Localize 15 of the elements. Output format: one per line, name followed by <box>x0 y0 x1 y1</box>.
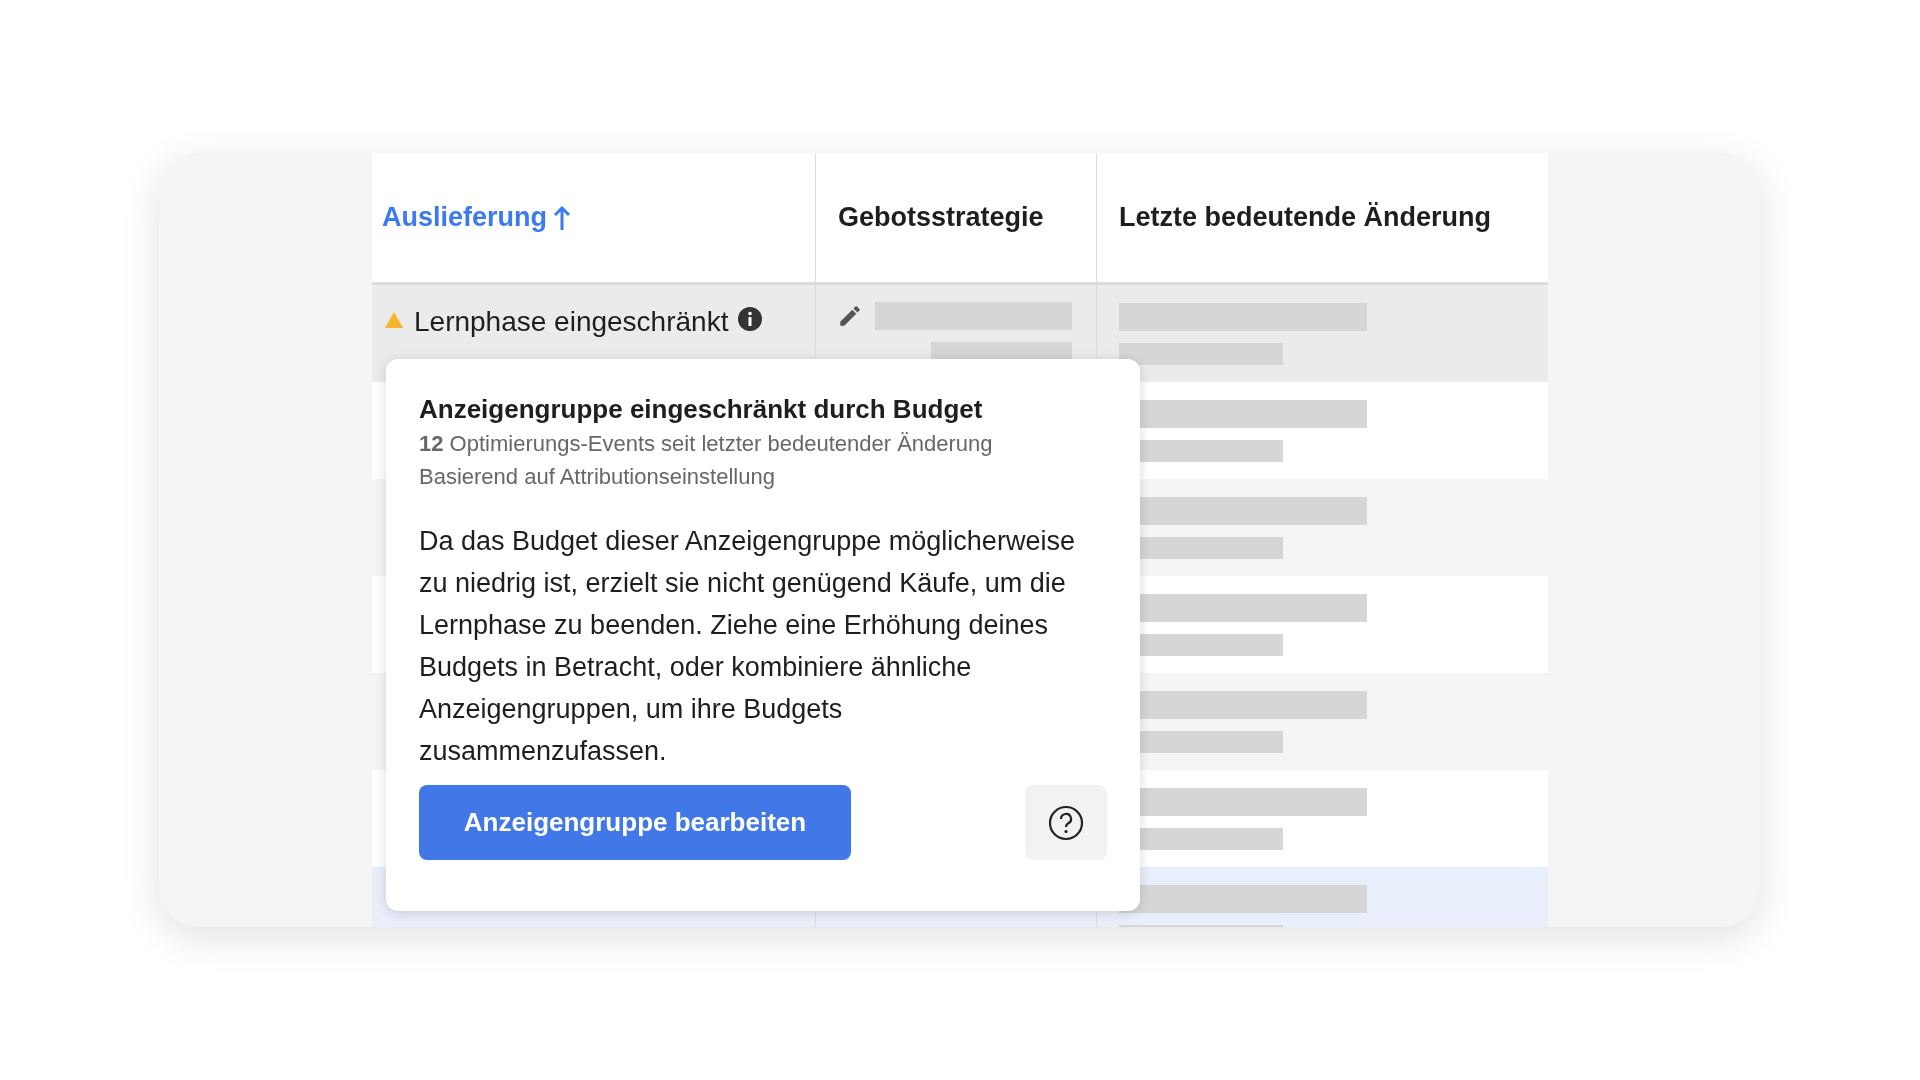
status-text: Lernphase eingeschränkt <box>414 305 729 339</box>
tooltip-detail: Basierend auf Attributionseinstellung <box>419 463 776 491</box>
tooltip-detail: 12 Optimierungs-Events seit letzter bedeutender Änderung <box>419 430 994 458</box>
pencil-icon[interactable] <box>837 303 863 329</box>
warning-icon <box>384 311 404 329</box>
edit-button[interactable]: Anzeigengruppe bearbeiten <box>419 785 851 860</box>
tooltip-body: Da das Budget dieser Anzeigengruppe möglicherweise zu niedrig ist, erzielt sie nicht genügend Käufe, um die Lernphase zu beenden. Ziehe eine Erhöhung deines Budgets in Betracht, oder kombiniere ähnliche Anzeigengruppen, um ihre Budgets zusammenzufassen. <box>419 525 1076 768</box>
column-header[interactable]: Auslieferung <box>382 197 572 238</box>
help-button[interactable] <box>1025 785 1107 860</box>
sort-ascending-icon <box>553 204 572 231</box>
column-header[interactable]: Gebotsstrategie <box>826 197 1044 238</box>
column-header[interactable]: Letzte bedeutende Änderung <box>1107 197 1491 238</box>
tooltip-title: Anzeigengruppe eingeschränkt durch Budget <box>419 393 984 426</box>
help-icon <box>1048 804 1084 841</box>
info-icon[interactable] <box>738 307 763 331</box>
